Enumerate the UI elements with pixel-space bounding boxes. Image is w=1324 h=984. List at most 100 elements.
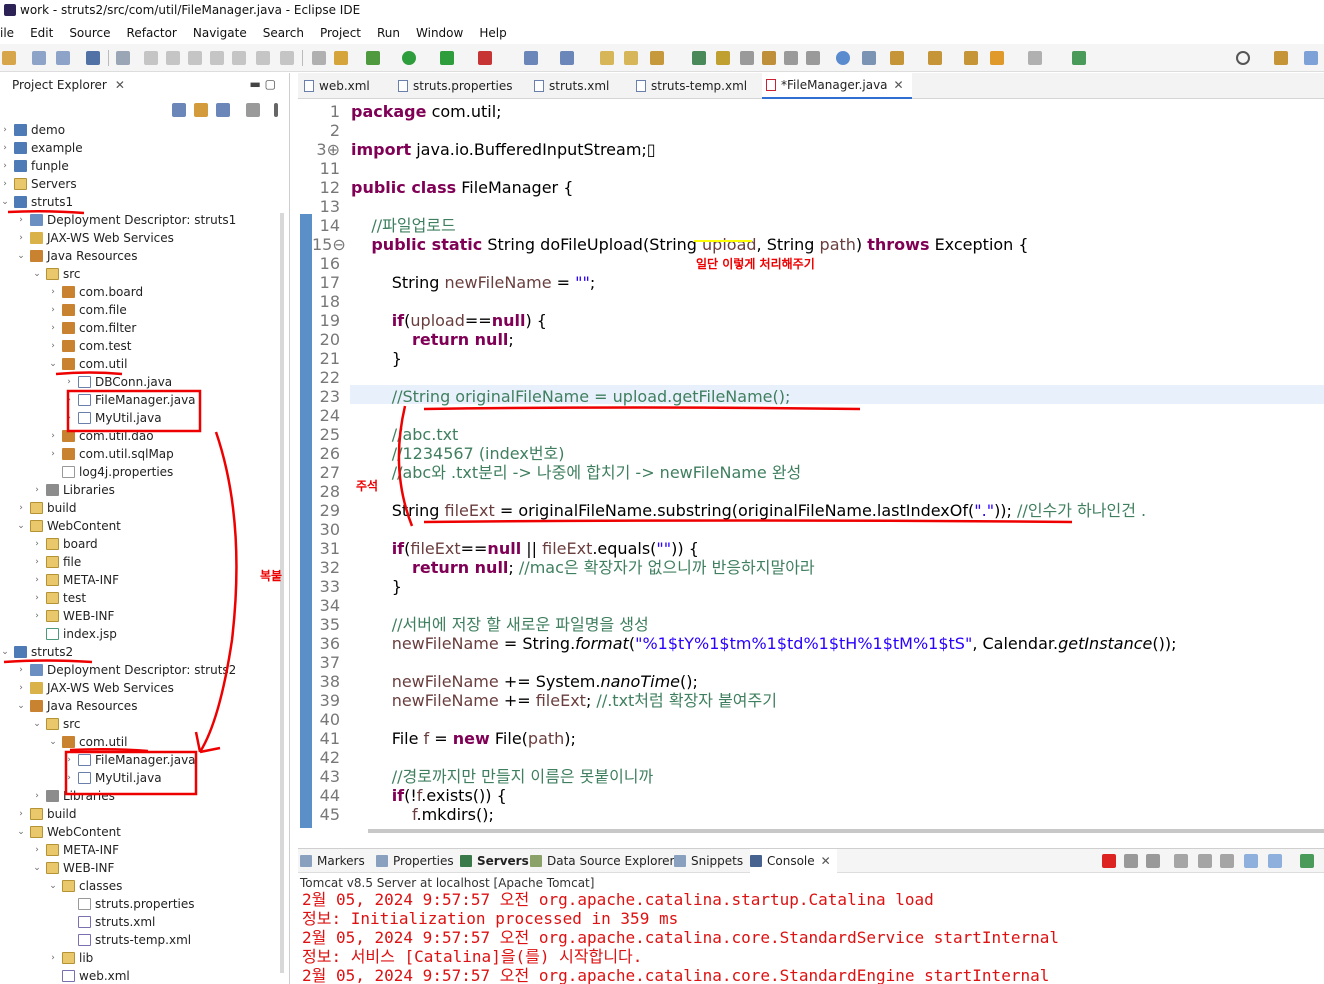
chevron-right-icon[interactable]: › [16, 211, 26, 229]
tab-struts-temp-xml[interactable]: struts-temp.xml [636, 73, 747, 99]
chevron-right-icon[interactable]: › [64, 373, 74, 391]
editor-horizontal-scrollbar[interactable] [368, 829, 1324, 833]
chevron-right-icon[interactable]: › [16, 229, 26, 247]
chevron-right-icon[interactable]: › [32, 535, 42, 553]
chevron-down-icon[interactable]: ⌄ [0, 193, 10, 211]
chevron-right-icon[interactable]: › [16, 499, 26, 517]
menu-navigate[interactable]: Navigate [185, 22, 255, 44]
chevron-right-icon[interactable]: › [32, 553, 42, 571]
tree-item[interactable]: ⌄ Java Resources [16, 697, 137, 715]
menu-edit[interactable]: Edit [22, 22, 61, 44]
terminate-console-icon[interactable] [1102, 854, 1116, 868]
new-class-icon[interactable] [560, 51, 574, 65]
forward-icon[interactable] [1028, 51, 1042, 65]
tree-item[interactable]: › funple [0, 157, 69, 175]
tree-item[interactable]: › test [32, 589, 86, 607]
tree-item[interactable]: › board [32, 535, 97, 553]
tree-item[interactable]: › file [32, 553, 81, 571]
tree-item[interactable]: ⌄ com.util [48, 355, 127, 373]
new-icon[interactable] [2, 51, 16, 65]
code-line[interactable]: newFileName += fileExt; //.txt처럼 확장자 붙여주… [351, 691, 777, 710]
tree-item[interactable]: › com.board [48, 283, 143, 301]
tree-item[interactable]: › Servers [0, 175, 76, 193]
chevron-right-icon[interactable]: › [48, 427, 58, 445]
chevron-right-icon[interactable]: › [32, 571, 42, 589]
chevron-right-icon[interactable]: › [32, 841, 42, 859]
tree-item[interactable]: › example [0, 139, 82, 157]
code-line[interactable]: //파일업로드 [351, 216, 455, 235]
tree-item[interactable]: › Deployment Descriptor: struts1 [16, 211, 236, 229]
tree-item[interactable]: › build [16, 805, 76, 823]
tree-item[interactable]: ⌄ src [32, 715, 80, 733]
code-line[interactable]: } [351, 577, 402, 596]
tree-item[interactable]: › MyUtil.java [64, 409, 161, 427]
chevron-right-icon[interactable]: › [64, 409, 74, 427]
chevron-right-icon[interactable]: › [0, 157, 10, 175]
tree-item[interactable]: ⌄ classes [48, 877, 122, 895]
toggle-breadcrumb-icon[interactable] [116, 51, 130, 65]
chevron-right-icon[interactable]: › [64, 391, 74, 409]
code-line[interactable]: public class FileManager { [351, 178, 573, 197]
terminal-icon[interactable] [86, 51, 100, 65]
chevron-down-icon[interactable]: ⌄ [32, 265, 42, 283]
tree-item[interactable]: › MyUtil.java [64, 769, 161, 787]
tree-item[interactable]: › META-INF [32, 841, 119, 859]
minimize-maximize-icon[interactable]: ▬ ▢ [250, 77, 277, 91]
menu-help[interactable]: Help [471, 22, 514, 44]
focus-icon[interactable] [246, 103, 260, 117]
tab-snippets[interactable]: Snippets [674, 849, 743, 873]
chevron-right-icon[interactable]: › [16, 661, 26, 679]
code-line[interactable]: newFileName = String.format("%1$tY%1$tm%… [351, 634, 1177, 653]
chevron-right-icon[interactable]: › [16, 805, 26, 823]
menu-file[interactable]: ile [0, 22, 22, 44]
scroll-lock-icon[interactable] [1198, 854, 1212, 868]
search-tool-icon[interactable] [650, 51, 664, 65]
tree-item[interactable]: index.jsp [32, 625, 117, 643]
explorer-scrollbar[interactable] [280, 213, 284, 973]
tree-item[interactable]: struts.properties [64, 895, 195, 913]
code-line[interactable]: if(fileExt==null || fileExt.equals("")) … [351, 539, 699, 558]
tab-markers[interactable]: Markers [300, 849, 365, 873]
tree-item[interactable]: › com.filter [48, 319, 136, 337]
close-icon[interactable]: ✕ [894, 72, 904, 98]
code-line[interactable]: //abc.txt [351, 425, 459, 444]
chevron-down-icon[interactable]: ⌄ [48, 355, 58, 373]
step-over-icon[interactable] [256, 51, 270, 65]
open-type-icon[interactable] [600, 51, 614, 65]
tree-item[interactable]: › com.util.sqlMap [48, 445, 174, 463]
disconnect-icon[interactable] [210, 51, 224, 65]
code-line[interactable]: newFileName += System.nanoTime(); [351, 672, 698, 691]
code-line[interactable]: } [351, 349, 402, 368]
tree-item[interactable]: ⌄ WEB-INF [32, 859, 114, 877]
code-line[interactable]: if(!f.exists()) { [351, 786, 507, 805]
browser-icon[interactable] [862, 51, 876, 65]
debug-icon[interactable] [366, 51, 380, 65]
chevron-down-icon[interactable]: ⌄ [32, 859, 42, 877]
close-icon[interactable]: ✕ [821, 849, 831, 873]
mark-icon[interactable] [740, 51, 754, 65]
tab-console[interactable]: Console ✕ [750, 849, 837, 873]
tree-item[interactable]: › Deployment Descriptor: struts2 [16, 661, 236, 679]
chevron-down-icon[interactable]: ⌄ [48, 733, 58, 751]
tree-item[interactable]: ⌄ WebContent [16, 517, 121, 535]
code-line[interactable]: if(upload==null) { [351, 311, 547, 330]
code-line[interactable]: //경로까지만 만들지 이름은 못붙이니까 [351, 767, 654, 786]
chevron-right-icon[interactable]: › [0, 121, 10, 139]
code-line[interactable]: //String originalFileName = upload.getFi… [351, 387, 791, 406]
code-line[interactable]: //abc와 .txt분리 -> 나중에 합치기 -> newFileName … [351, 463, 802, 482]
task-icon[interactable] [762, 51, 776, 65]
previous-annotation-icon[interactable] [928, 51, 942, 65]
menu-project[interactable]: Project [312, 22, 369, 44]
chevron-right-icon[interactable]: › [64, 769, 74, 787]
chevron-down-icon[interactable]: ⌄ [16, 823, 26, 841]
next-annotation-icon[interactable] [890, 51, 904, 65]
run-icon[interactable] [402, 51, 416, 65]
clear-console-icon[interactable] [1174, 854, 1188, 868]
show-on-error-icon[interactable] [1268, 854, 1282, 868]
tab-web-xml[interactable]: web.xml [304, 73, 370, 99]
tree-item[interactable]: › com.test [48, 337, 131, 355]
menu-run[interactable]: Run [369, 22, 408, 44]
code-line[interactable]: import java.io.BufferedInputStream;▯ [351, 140, 656, 159]
remove-all-launches-icon[interactable] [1146, 854, 1160, 868]
back-icon[interactable] [990, 51, 1004, 65]
